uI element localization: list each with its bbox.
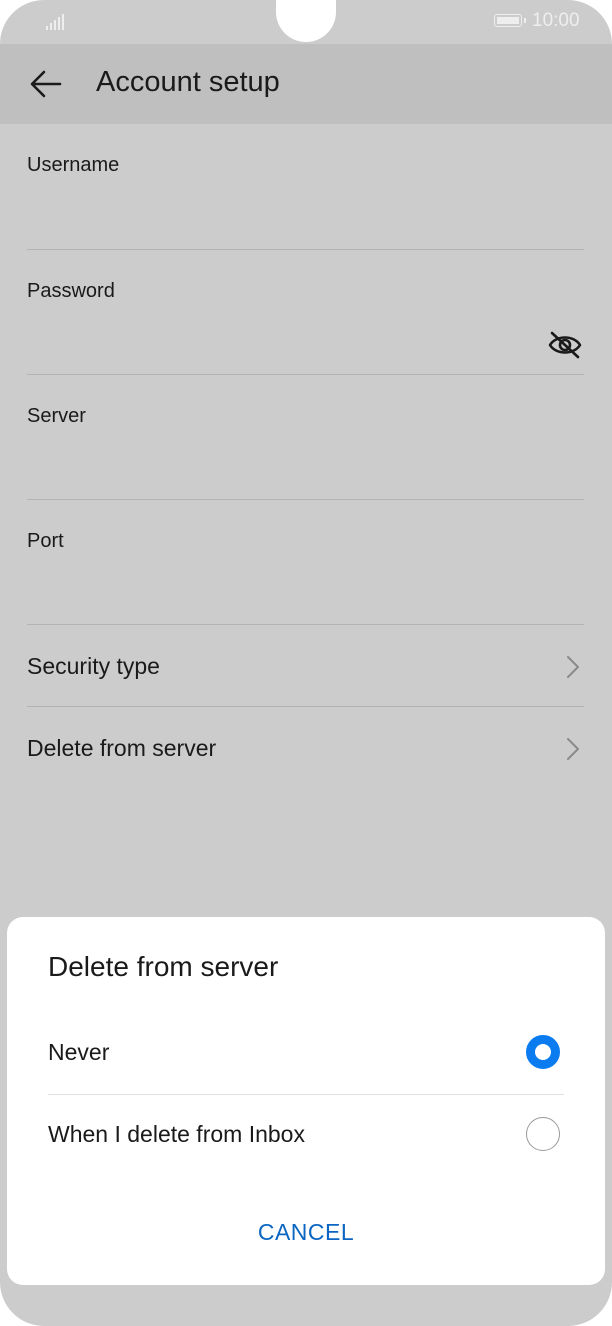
dialog-title: Delete from server bbox=[48, 951, 279, 982]
option-divider bbox=[48, 1094, 564, 1095]
password-label: Password bbox=[27, 280, 115, 302]
option-when-delete-from-inbox[interactable]: When I delete from Inbox bbox=[48, 1097, 564, 1177]
arrow-left-icon[interactable] bbox=[28, 66, 64, 102]
delete-from-server-row[interactable]: Delete from server bbox=[27, 707, 584, 789]
password-field[interactable]: Password bbox=[27, 250, 584, 375]
server-field[interactable]: Server bbox=[27, 375, 584, 500]
security-type-row[interactable]: Security type bbox=[27, 625, 584, 707]
battery-icon bbox=[494, 14, 526, 27]
security-type-label: Security type bbox=[27, 653, 160, 679]
username-label: Username bbox=[27, 154, 120, 176]
port-label: Port bbox=[27, 530, 64, 552]
phone-screen: 10:00 Account setup Username Password Se… bbox=[0, 0, 612, 1326]
option-never[interactable]: Never bbox=[48, 1015, 564, 1095]
port-field[interactable]: Port bbox=[27, 500, 584, 625]
option-inbox-label: When I delete from Inbox bbox=[48, 1121, 305, 1147]
app-bar: Account setup bbox=[0, 44, 612, 124]
chevron-right-icon bbox=[567, 656, 579, 678]
eye-off-icon[interactable] bbox=[548, 330, 582, 360]
radio-selected[interactable] bbox=[526, 1035, 560, 1069]
signal-bars-icon bbox=[46, 12, 66, 30]
chevron-right-icon bbox=[567, 738, 579, 760]
username-field[interactable]: Username bbox=[27, 124, 584, 250]
delete-from-server-label: Delete from server bbox=[27, 735, 217, 761]
cancel-button[interactable]: CANCEL bbox=[7, 1219, 605, 1246]
camera-notch bbox=[276, 0, 336, 42]
radio-unselected[interactable] bbox=[526, 1117, 560, 1151]
delete-from-server-dialog: Delete from server Never When I delete f… bbox=[7, 917, 605, 1285]
status-time: 10:00 bbox=[532, 10, 580, 31]
option-never-label: Never bbox=[48, 1039, 110, 1065]
server-label: Server bbox=[27, 405, 86, 427]
page-title: Account setup bbox=[96, 66, 280, 98]
status-bar: 10:00 bbox=[0, 0, 612, 44]
